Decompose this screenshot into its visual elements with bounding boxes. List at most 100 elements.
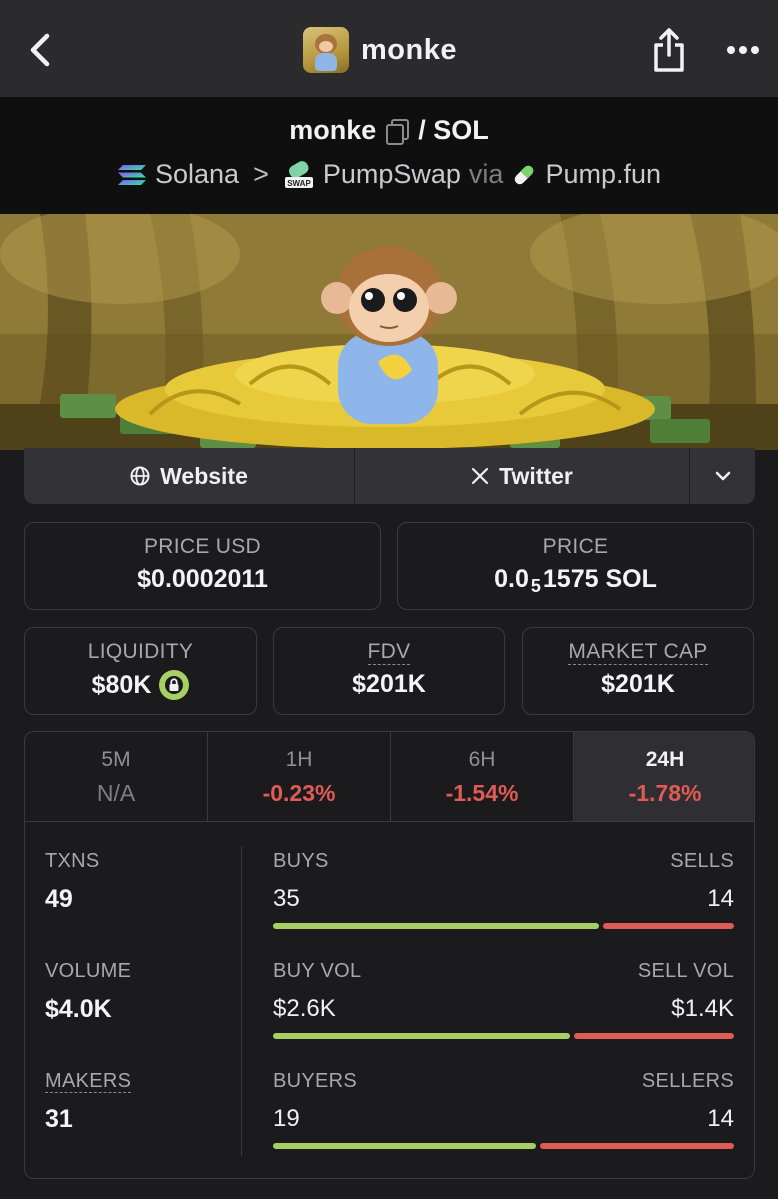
- buy-bar-fill: [273, 1033, 571, 1039]
- pair-header: monke / SOL Solana > SWAP PumpSwap via P…: [0, 97, 778, 214]
- makers-label[interactable]: MAKERS: [45, 1070, 132, 1093]
- price-usd-card: PRICE USD $0.0002011: [24, 522, 381, 610]
- token-banner-image: [0, 214, 778, 450]
- tab-label: 5M: [101, 748, 131, 771]
- share-button[interactable]: [648, 26, 690, 74]
- buys-sells-ratio: BUYS SELLS 35 14: [273, 850, 734, 929]
- back-button[interactable]: [22, 30, 58, 70]
- buyers-sellers-bar: [273, 1143, 734, 1149]
- sell-bar-fill: [540, 1143, 734, 1149]
- tab-change: N/A: [96, 780, 136, 806]
- volume-metric: VOLUME $4.0K: [45, 960, 131, 1024]
- liquidity-value: $80K: [91, 670, 152, 699]
- quote-symbol: / SOL: [418, 115, 489, 145]
- launchpad-link[interactable]: Pump.fun: [545, 159, 661, 190]
- more-icon: [727, 46, 759, 54]
- solana-icon: [117, 164, 146, 185]
- price-suffix: 1575 SOL: [542, 565, 657, 593]
- makers-value: 31: [45, 1105, 73, 1133]
- txns-label: TXNS: [45, 850, 100, 872]
- makers-label-wrap: MAKERS: [45, 1070, 132, 1093]
- more-links-button[interactable]: [690, 448, 755, 504]
- buys-value: 35: [273, 885, 300, 912]
- buys-sells-bar: [273, 923, 734, 929]
- dex-link[interactable]: PumpSwap: [323, 159, 461, 190]
- sells-value: 14: [707, 885, 734, 912]
- back-icon: [30, 33, 50, 67]
- sell-vol-label: SELL VOL: [637, 960, 734, 982]
- banner-illustration: [0, 214, 778, 450]
- twitter-button[interactable]: Twitter: [355, 448, 690, 504]
- sellers-value: 14: [707, 1105, 734, 1132]
- price-usd-value: $0.0002011: [137, 565, 268, 593]
- copy-icon[interactable]: [386, 118, 410, 145]
- activity-panel: 5M N/A 1H -0.23% 6H -1.54% 24H -1.78% TX…: [24, 731, 755, 1179]
- price-prefix: 0.0: [494, 565, 529, 593]
- volume-ratio: BUY VOL SELL VOL $2.6K $1.4K: [273, 960, 734, 1039]
- pair-name: monke / SOL: [0, 115, 778, 146]
- buy-bar-fill: [273, 923, 600, 929]
- chain-breadcrumb: Solana > SWAP PumpSwap via Pump.fun: [0, 159, 778, 190]
- buy-bar-fill: [273, 1143, 537, 1149]
- top-bar: monke: [0, 0, 778, 97]
- buyers-label: BUYERS: [273, 1070, 358, 1092]
- token-title: monke: [303, 26, 457, 74]
- more-button[interactable]: [722, 34, 764, 66]
- website-label: Website: [160, 462, 248, 489]
- fdv-label[interactable]: FDV: [367, 640, 411, 665]
- tab-label: 24H: [645, 748, 685, 771]
- token-avatar: [303, 27, 349, 73]
- swap-badge-text: SWAP: [287, 179, 311, 188]
- liquidity-label: LIQUIDITY: [87, 640, 194, 663]
- tab-label: 6H: [468, 748, 496, 771]
- sell-vol-value: $1.4K: [671, 995, 734, 1022]
- website-button[interactable]: Website: [24, 448, 355, 504]
- via-label: via: [468, 159, 504, 189]
- liquidity-value-row: $80K: [25, 670, 256, 700]
- volume-label: VOLUME: [45, 960, 132, 982]
- chevron-down-icon: [715, 471, 730, 481]
- price-native-label: PRICE: [542, 535, 609, 558]
- buyers-sellers-ratio: BUYERS SELLERS 19 14: [273, 1070, 734, 1149]
- fdv-card: FDV $201K: [273, 627, 505, 715]
- price-native-value: 0.0 5 1575 SOL: [398, 565, 753, 596]
- makers-metric: MAKERS 31: [45, 1070, 132, 1134]
- pill-icon: [515, 165, 534, 184]
- market-cap-value: $201K: [601, 670, 675, 698]
- tab-24h[interactable]: 24H -1.78%: [574, 732, 754, 821]
- price-native-card: PRICE 0.0 5 1575 SOL: [397, 522, 754, 610]
- sell-bar-fill: [574, 1033, 734, 1039]
- market-cap-card: MARKET CAP $201K: [522, 627, 754, 715]
- period-tabs: 5M N/A 1H -0.23% 6H -1.54% 24H -1.78%: [25, 732, 754, 822]
- chain-link[interactable]: Solana: [155, 159, 239, 190]
- tab-change: -0.23%: [262, 780, 336, 806]
- volume-value: $4.0K: [45, 995, 112, 1023]
- sell-bar-fill: [603, 923, 734, 929]
- tab-1h[interactable]: 1H -0.23%: [208, 732, 391, 821]
- price-usd-label: PRICE USD: [143, 535, 262, 558]
- market-cap-label-wrap: MARKET CAP: [523, 640, 753, 665]
- page-title: monke: [361, 33, 457, 66]
- tab-5m[interactable]: 5M N/A: [25, 732, 208, 821]
- twitter-label: Twitter: [499, 462, 573, 489]
- buy-vol-value: $2.6K: [273, 995, 336, 1022]
- tab-change: -1.78%: [628, 780, 702, 806]
- lock-icon: [165, 676, 184, 694]
- base-symbol: monke: [289, 115, 377, 145]
- fdv-label-wrap: FDV: [274, 640, 504, 665]
- market-cap-label[interactable]: MARKET CAP: [568, 640, 708, 665]
- globe-icon: [130, 466, 150, 486]
- sells-label: SELLS: [670, 850, 734, 872]
- price-zero-count: 5: [530, 576, 541, 596]
- social-links: Website Twitter: [24, 448, 755, 504]
- liquidity-lock-badge[interactable]: [159, 670, 190, 700]
- volume-bar: [273, 1033, 734, 1039]
- liquidity-card: LIQUIDITY $80K: [24, 627, 257, 715]
- buys-label: BUYS: [273, 850, 329, 872]
- breadcrumb-separator: >: [253, 159, 269, 189]
- sellers-label: SELLERS: [641, 1070, 734, 1092]
- tab-change: -1.54%: [445, 780, 519, 806]
- tab-6h[interactable]: 6H -1.54%: [391, 732, 574, 821]
- share-icon: [654, 28, 684, 72]
- txns-value: 49: [45, 885, 73, 913]
